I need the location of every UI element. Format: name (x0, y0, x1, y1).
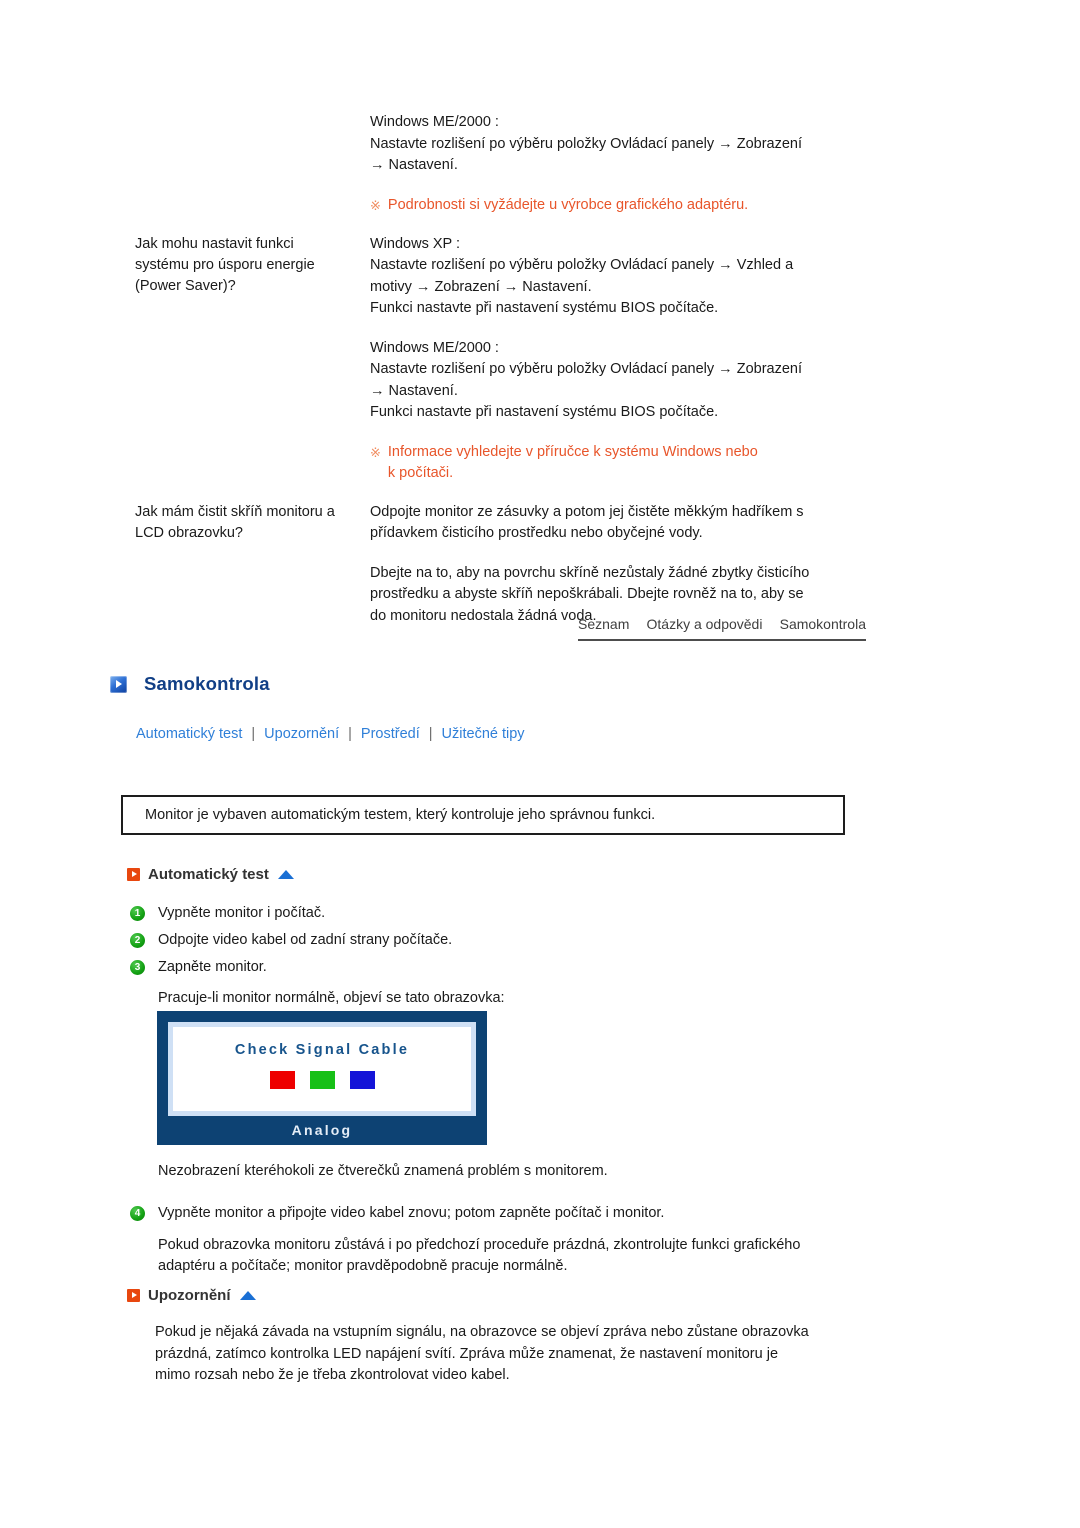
faq-note: ※ Podrobnosti si vyžádejte u výrobce gra… (370, 195, 895, 216)
page-title-label: Samokontrola (144, 673, 270, 694)
step4-body-line: adaptéru a počítače; monitor pravděpodob… (158, 1258, 568, 1274)
reference-mark-icon: ※ (370, 197, 381, 213)
answer-line: → Nastavení. (370, 157, 458, 173)
link-upozorneni[interactable]: Upozornění (264, 726, 339, 742)
link-separator: | (251, 726, 256, 742)
warning-body-line: Pokud je nějaká závada na vstupním signá… (155, 1324, 809, 1340)
play-triangle-icon (110, 675, 127, 693)
answer-line: Dbejte na to, aby na povrchu skříně nezů… (370, 564, 810, 581)
faq-answer: Windows ME/2000 : Nastavte rozlišení po … (370, 112, 895, 216)
faq-answer: Windows XP : Nastavte rozlišení po výběr… (370, 234, 895, 484)
info-box: Monitor je vybaven automatickým testem, … (121, 795, 845, 835)
analog-label: Analog (291, 1122, 353, 1138)
answer-line: → Nastavení. (370, 382, 458, 399)
selftest-steps: 1 Vypněte monitor i počítač. 2 Odpojte v… (130, 903, 870, 1009)
selftest-step4: 4 Vypněte monitor a připojte video kabel… (130, 1203, 870, 1277)
question-line: (Power Saver)? (135, 277, 236, 294)
question-line: Jak mám čistit skříň monitoru a (135, 503, 335, 520)
question-line: Jak mohu nastavit funkci (135, 235, 294, 252)
step-number: 2 (130, 933, 145, 948)
section-heading-label: Upozornění (148, 1287, 231, 1304)
faq-question: Jak mám čistit skříň monitoru a LCD obra… (135, 502, 370, 544)
color-swatches (269, 1071, 375, 1089)
steps-footnote: Pracuje-li monitor normálně, objeví se t… (158, 990, 505, 1006)
answer-line: motivy → Zobrazení → Nastavení. (370, 278, 592, 295)
faq-note-line: Informace vyhledejte v příručce k systém… (387, 443, 758, 460)
faq-table: Windows ME/2000 : Nastavte rozlišení po … (135, 112, 895, 627)
scroll-to-top-icon[interactable] (277, 870, 294, 879)
monitor-bezel: Check Signal Cable (168, 1022, 476, 1116)
answer-line: Windows ME/2000 : (370, 114, 499, 130)
answer-line: Funkci nastavte při nastavení systému BI… (370, 404, 719, 420)
section-heading-label: Automatický test (148, 866, 269, 883)
step-text: Vypněte monitor a připojte video kabel z… (158, 1205, 665, 1221)
nav-item-otazky-a-odpovedi[interactable]: Otázky a odpovědi (647, 616, 763, 632)
section-heading-warning: Upozornění (127, 1287, 256, 1304)
faq-question: Jak mohu nastavit funkci systému pro úsp… (135, 234, 370, 297)
faq-note-line: k počítači. (387, 464, 454, 481)
link-separator: | (348, 726, 352, 742)
step-text: Odpojte video kabel od zadní strany počí… (158, 932, 453, 948)
list-item: 2 Odpojte video kabel od zadní strany po… (130, 930, 870, 951)
swatch-red (269, 1071, 295, 1089)
answer-line: Odpojte monitor ze zásuvky a potom jej č… (370, 503, 804, 520)
link-separator: | (428, 726, 433, 742)
link-automaticky-test[interactable]: Automatický test (136, 726, 242, 742)
scroll-to-top-icon[interactable] (239, 1291, 256, 1300)
answer-line: Windows XP : (370, 235, 460, 252)
answer-line: Nastavte rozlišení po výběru položky Ovl… (370, 257, 794, 273)
warning-body: Pokud je nějaká závada na vstupním signá… (155, 1322, 855, 1387)
monitor-screen: Check Signal Cable (173, 1027, 471, 1111)
faq-note: ※ Informace vyhledejte v příručce k syst… (370, 442, 895, 484)
nav-item-seznam[interactable]: Seznam (578, 616, 629, 632)
below-image-note: Nezobrazení kteréhokoli ze čtverečků zna… (158, 1163, 608, 1179)
answer-line: Nastavte rozlišení po výběru položky Ovl… (370, 361, 802, 377)
swatch-green (309, 1071, 335, 1089)
info-box-text: Monitor je vybaven automatickým testem, … (145, 807, 656, 823)
step4-body-line: Pokud obrazovka monitoru zůstává i po př… (158, 1237, 801, 1253)
faq-row: Windows ME/2000 : Nastavte rozlišení po … (135, 112, 895, 216)
step-number: 4 (130, 1206, 145, 1221)
step-number: 1 (130, 906, 145, 921)
answer-line: přídavkem čisticího prostředku nebo obyč… (370, 525, 703, 541)
monitor-illustration: Check Signal Cable Analog (157, 1011, 487, 1145)
question-line: LCD obrazovku? (135, 524, 243, 541)
answer-line: Nastavte rozlišení po výběru položky Ovl… (370, 135, 802, 152)
swatch-blue (349, 1071, 375, 1089)
link-prostredi[interactable]: Prostředí (361, 726, 420, 742)
list-item: 4 Vypněte monitor a připojte video kabel… (130, 1203, 870, 1224)
faq-note-text: Podrobnosti si vyžádejte u výrobce grafi… (387, 196, 749, 213)
list-item: 1 Vypněte monitor i počítač. (130, 903, 870, 924)
list-item: 3 Zapněte monitor. (130, 957, 870, 978)
faq-row: Jak mohu nastavit funkci systému pro úsp… (135, 234, 895, 484)
step-number: 3 (130, 960, 145, 975)
nav-item-samokontrola[interactable]: Samokontrola (780, 616, 866, 632)
answer-line: prostředku a abyste skříň nepoškrábali. … (370, 586, 804, 602)
reference-mark-icon: ※ (370, 444, 381, 460)
breadcrumb: Seznam Otázky a odpovědi Samokontrola (578, 616, 866, 641)
section-heading-selftest: Automatický test (127, 866, 294, 883)
bullet-arrow-icon (127, 868, 140, 881)
page-title: Samokontrola (110, 673, 270, 695)
question-line: systému pro úsporu energie (135, 256, 315, 273)
faq-row: Jak mám čistit skříň monitoru a LCD obra… (135, 502, 895, 628)
answer-line: Funkci nastavte při nastavení systému BI… (370, 300, 719, 316)
warning-body-line: mimo rozsah nebo že je třeba zkontrolova… (155, 1367, 510, 1383)
faq-answer: Odpojte monitor ze zásuvky a potom jej č… (370, 502, 895, 628)
check-signal-cable-label: Check Signal Cable (234, 1042, 410, 1058)
answer-line: Windows ME/2000 : (370, 339, 499, 356)
bullet-arrow-icon (127, 1289, 140, 1302)
step-text: Vypněte monitor i počítač. (158, 905, 326, 921)
link-uzitecne-tipy[interactable]: Užitečné tipy (442, 726, 525, 742)
warning-body-line: prázdná, zatímco kontrolka LED napájení … (155, 1345, 779, 1362)
faq-note-text: Informace vyhledejte v příručce k systém… (388, 442, 895, 484)
step-text: Zapněte monitor. (158, 959, 267, 975)
section-links: Automatický test | Upozornění | Prostřed… (136, 726, 525, 742)
